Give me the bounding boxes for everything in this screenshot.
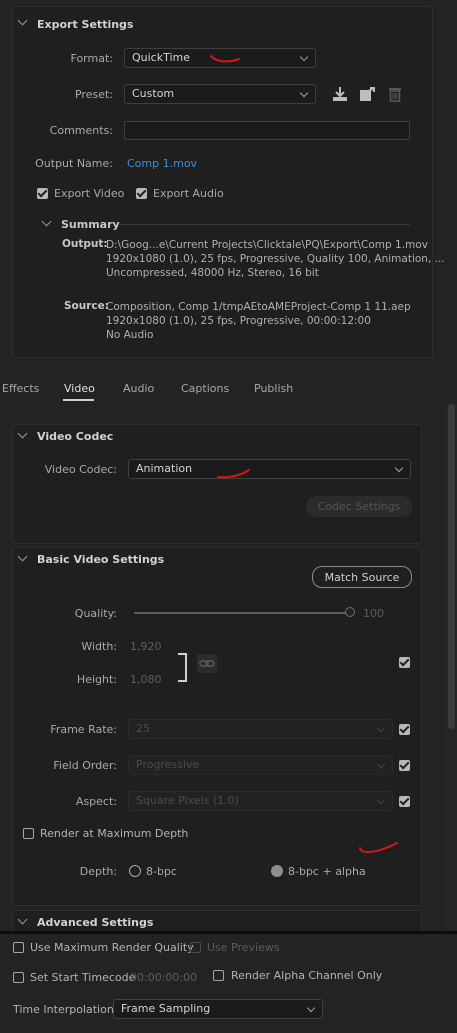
chevron-down-icon	[376, 795, 386, 805]
render-max-depth-checkbox[interactable]	[23, 828, 34, 839]
video-codec-value: Animation	[136, 462, 193, 475]
tab-audio[interactable]: Audio	[123, 382, 154, 395]
red-annotation-mark-format	[210, 55, 240, 63]
depth-8bpc-alpha-label: 8-bpc + alpha	[288, 865, 366, 878]
codec-settings-button[interactable]: Codec Settings	[306, 496, 412, 517]
chevron-down-icon	[306, 1003, 316, 1013]
frame-rate-value: 25	[136, 722, 150, 735]
field-order-label: Field Order:	[53, 759, 117, 772]
output-summary-text: D:\Goog...e\Current Projects\Clicktale\P…	[106, 239, 445, 279]
frame-rate-select[interactable]: 25	[128, 719, 393, 739]
summary-title: Summary	[61, 218, 120, 231]
time-interpolation-select[interactable]: Frame Sampling	[113, 999, 323, 1019]
depth-label: Depth:	[79, 865, 117, 878]
comments-input[interactable]	[124, 121, 410, 140]
tab-captions[interactable]: Captions	[181, 382, 229, 395]
dimensions-override-checkbox[interactable]	[399, 657, 410, 668]
tab-effects[interactable]: Effects	[2, 382, 39, 395]
time-interpolation-label: Time Interpolation:	[13, 1003, 118, 1016]
video-codec-label: Video Codec:	[44, 463, 117, 476]
red-annotation-mark-depth	[359, 842, 398, 853]
width-value[interactable]: 1,920	[130, 640, 162, 653]
frame-rate-override-checkbox[interactable]	[399, 724, 410, 735]
field-order-select[interactable]: Progressive	[128, 755, 393, 775]
render-alpha-only-checkbox[interactable]	[213, 970, 224, 981]
aspect-select[interactable]: Square Pixels (1.0)	[128, 791, 393, 811]
tab-video-underline	[63, 399, 94, 401]
output-key: Output:	[62, 238, 108, 250]
frame-rate-label: Frame Rate:	[50, 723, 117, 736]
max-render-quality-checkbox[interactable]	[13, 942, 24, 953]
red-annotation-mark-codec	[217, 469, 250, 479]
export-audio-checkbox[interactable]	[136, 188, 147, 199]
constrain-proportions-button[interactable]	[197, 654, 217, 673]
aspect-label: Aspect:	[75, 795, 117, 808]
preset-label: Preset:	[74, 88, 113, 101]
export-video-label: Export Video	[54, 187, 125, 200]
advanced-settings-title: Advanced Settings	[37, 916, 154, 929]
depth-8bpc-label: 8-bpc	[146, 865, 177, 878]
aspect-value: Square Pixels (1.0)	[136, 794, 239, 807]
quality-label: Quality:	[74, 607, 117, 620]
source-key: Source:	[64, 300, 109, 312]
height-value[interactable]: 1,080	[130, 673, 162, 686]
summary-divider	[120, 224, 410, 225]
export-audio-label: Export Audio	[153, 187, 224, 200]
match-source-button[interactable]: Match Source	[312, 566, 412, 588]
export-video-checkbox[interactable]	[37, 188, 48, 199]
width-label: Width:	[81, 640, 117, 653]
dimension-bracket	[178, 653, 187, 682]
save-preset-icon[interactable]	[359, 86, 376, 102]
chevron-down-icon	[376, 759, 386, 769]
depth-8bpc-radio[interactable]	[129, 865, 141, 877]
quality-value: 100	[363, 607, 384, 620]
render-max-depth-label: Render at Maximum Depth	[40, 827, 189, 840]
start-timecode-value: 00:00:00:00	[130, 971, 198, 984]
quality-slider-handle[interactable]	[345, 607, 355, 617]
tab-publish[interactable]: Publish	[254, 382, 293, 395]
use-previews-checkbox	[190, 942, 201, 953]
set-start-timecode-label: Set Start Timecode	[30, 971, 136, 984]
format-label: Format:	[70, 52, 113, 65]
codec-settings-label: Codec Settings	[317, 500, 401, 513]
basic-video-title: Basic Video Settings	[37, 553, 165, 566]
height-label: Height:	[76, 673, 117, 686]
comments-label: Comments:	[49, 124, 113, 137]
chevron-down-icon	[376, 723, 386, 733]
export-settings-title: Export Settings	[37, 18, 134, 31]
video-codec-select[interactable]: Animation	[128, 459, 411, 479]
link-icon	[199, 660, 215, 667]
max-render-quality-label: Use Maximum Render Quality	[30, 941, 194, 954]
set-start-timecode-checkbox[interactable]	[13, 972, 24, 983]
field-order-value: Progressive	[136, 758, 200, 771]
preset-value: Custom	[132, 87, 175, 100]
field-order-override-checkbox[interactable]	[399, 760, 410, 771]
chevron-down-icon	[394, 463, 404, 473]
use-previews-label: Use Previews	[207, 941, 280, 954]
quality-slider-track[interactable]	[134, 612, 350, 614]
chevron-down-icon	[299, 88, 309, 98]
aspect-override-checkbox[interactable]	[399, 796, 410, 807]
vertical-scrollbar-thumb[interactable]	[448, 404, 455, 729]
video-codec-title: Video Codec	[37, 430, 114, 443]
tab-video[interactable]: Video	[64, 382, 95, 395]
source-summary-text: Composition, Comp 1/tmpAEtoAMEProject-Co…	[106, 301, 411, 341]
render-alpha-only-label: Render Alpha Channel Only	[231, 969, 383, 982]
time-interpolation-value: Frame Sampling	[121, 1002, 211, 1015]
output-name-label: Output Name:	[35, 157, 113, 170]
chevron-down-icon	[299, 52, 309, 62]
depth-8bpc-alpha-radio[interactable]	[271, 865, 283, 877]
import-preset-icon[interactable]	[332, 86, 348, 102]
output-name-link[interactable]: Comp 1.mov	[127, 157, 197, 170]
match-source-label: Match Source	[324, 571, 400, 584]
delete-preset-icon[interactable]	[388, 86, 402, 102]
preset-select[interactable]: Custom	[124, 84, 316, 104]
format-value: QuickTime	[132, 51, 191, 64]
